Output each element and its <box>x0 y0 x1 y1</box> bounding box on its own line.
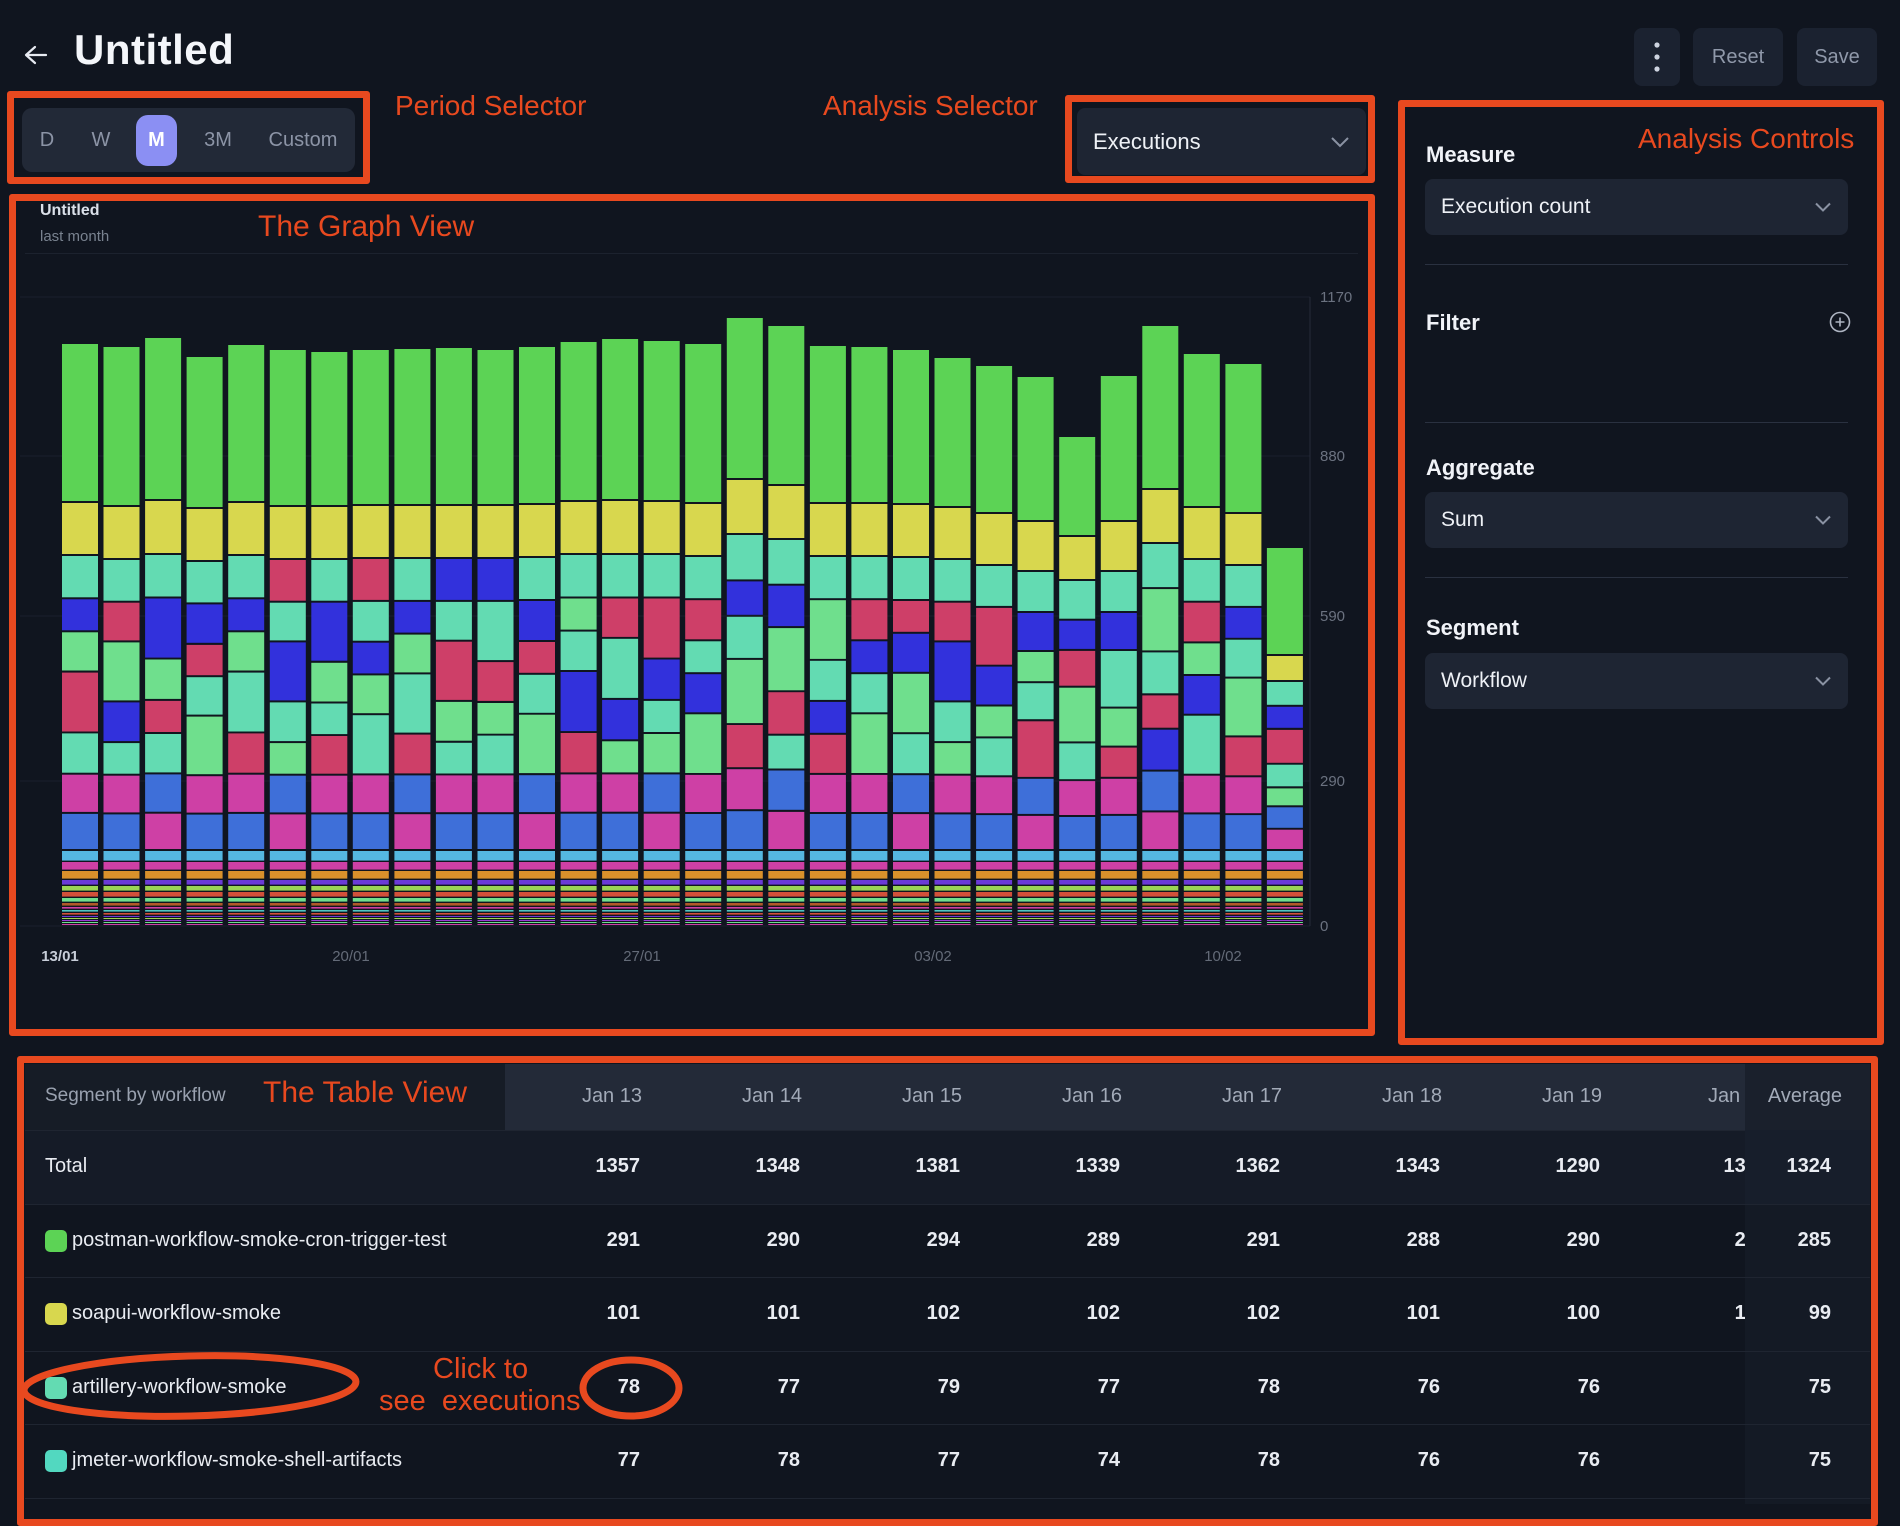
svg-text:03/02: 03/02 <box>914 948 952 965</box>
svg-text:27/01: 27/01 <box>623 948 661 965</box>
svg-text:1170: 1170 <box>1320 289 1352 306</box>
svg-text:20/01: 20/01 <box>332 948 370 965</box>
svg-text:290: 290 <box>1320 773 1345 790</box>
svg-text:10/02: 10/02 <box>1204 948 1242 965</box>
svg-text:880: 880 <box>1320 448 1345 465</box>
svg-text:0: 0 <box>1320 918 1328 935</box>
svg-text:13/01: 13/01 <box>41 948 79 965</box>
svg-text:590: 590 <box>1320 608 1345 625</box>
